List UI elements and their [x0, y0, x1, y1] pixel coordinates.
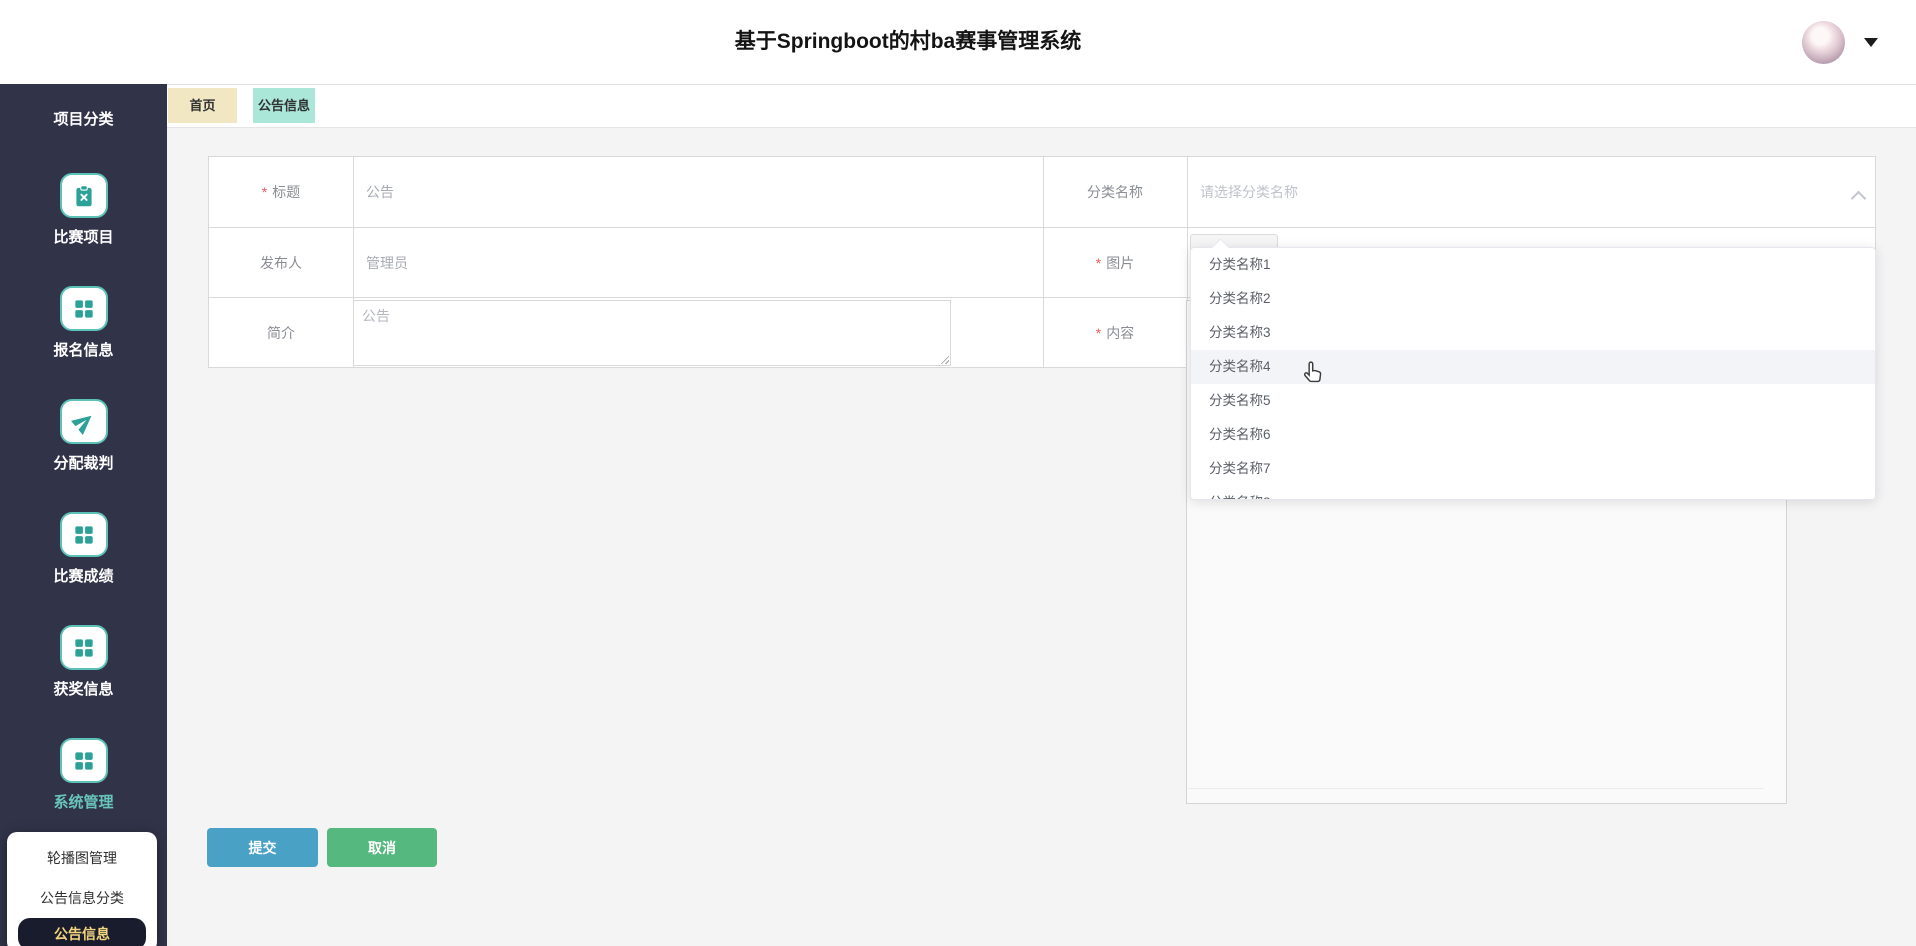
- category-label: 分类名称: [1087, 184, 1143, 200]
- intro-label: 简介: [267, 325, 295, 341]
- grid-icon: [59, 286, 108, 331]
- dropdown-option[interactable]: 分类名称1: [1191, 248, 1875, 282]
- sidebar-item-label: 报名信息: [53, 342, 114, 359]
- sidebar-item-competition-projects[interactable]: 比赛项目: [0, 173, 167, 247]
- grid-icon: [59, 738, 108, 783]
- grid-icon: [59, 512, 108, 557]
- avatar[interactable]: [1802, 21, 1845, 64]
- send-icon: [59, 399, 108, 444]
- clipboard-icon: [59, 173, 108, 218]
- intro-textarea[interactable]: 公告: [353, 300, 951, 366]
- submenu-item-notice-info[interactable]: 公告信息: [18, 918, 146, 946]
- editor-divider: [1188, 788, 1764, 789]
- sidebar-item-system-management[interactable]: 系统管理: [0, 738, 167, 812]
- dropdown-option[interactable]: 分类名称6: [1191, 418, 1875, 452]
- chevron-up-icon[interactable]: [1850, 190, 1867, 207]
- sidebar-title: 项目分类: [53, 111, 114, 128]
- sidebar-item-award-info[interactable]: 获奖信息: [0, 625, 167, 699]
- app-window: 基于Springboot的村ba赛事管理系统 项目分类 比赛项目 报名信息 分配…: [0, 0, 1916, 946]
- sidebar-item-label: 分配裁判: [53, 455, 114, 472]
- sidebar-item-competition-results[interactable]: 比赛成绩: [0, 512, 167, 586]
- dropdown-option[interactable]: 分类名称5: [1191, 384, 1875, 418]
- publisher-label: 发布人: [260, 255, 302, 271]
- title-input[interactable]: [364, 183, 1024, 201]
- cancel-button[interactable]: 取消: [327, 828, 437, 867]
- dropdown-option[interactable]: 分类名称3: [1191, 316, 1875, 350]
- category-select[interactable]: 请选择分类名称: [1200, 157, 1800, 227]
- publisher-input[interactable]: [364, 254, 1024, 272]
- title-label: 标题: [209, 157, 353, 227]
- tab-home[interactable]: 首页: [168, 88, 237, 123]
- header: 基于Springboot的村ba赛事管理系统: [0, 0, 1916, 85]
- sidebar-item-label: 比赛项目: [53, 229, 114, 246]
- caret-down-icon[interactable]: [1864, 38, 1878, 47]
- content-label: 内容: [1043, 298, 1187, 368]
- dropdown-option[interactable]: 分类名称8: [1191, 486, 1875, 499]
- sidebar-item-label: 系统管理: [53, 794, 114, 811]
- submenu-item-notice-category[interactable]: 公告信息分类: [7, 888, 157, 908]
- dropdown-option[interactable]: 分类名称7: [1191, 452, 1875, 486]
- category-placeholder: 请选择分类名称: [1200, 184, 1298, 200]
- sidebar-item-label: 比赛成绩: [53, 568, 114, 585]
- dropdown-option-hovered[interactable]: 分类名称4: [1191, 350, 1875, 384]
- dropdown-option[interactable]: 分类名称2: [1191, 282, 1875, 316]
- sidebar-item-label: 获奖信息: [53, 681, 114, 698]
- submit-button[interactable]: 提交: [207, 828, 318, 867]
- image-label: 图片: [1043, 228, 1187, 298]
- page-title: 基于Springboot的村ba赛事管理系统: [734, 30, 1082, 53]
- category-dropdown: 分类名称1 分类名称2 分类名称3 分类名称4 分类名称5 分类名称6 分类名称…: [1190, 247, 1876, 500]
- submenu-item-carousel[interactable]: 轮播图管理: [7, 848, 157, 868]
- tab-notice-info[interactable]: 公告信息: [253, 88, 315, 123]
- tab-bar: 首页 公告信息: [167, 84, 1916, 128]
- grid-icon: [59, 625, 108, 670]
- sidebar-item-assign-referee[interactable]: 分配裁判: [0, 399, 167, 473]
- system-management-submenu: 轮播图管理 公告信息分类 公告信息: [7, 832, 157, 946]
- sidebar: 项目分类 比赛项目 报名信息 分配裁判 比赛成绩 获奖信息 系统管理 轮播图管理…: [0, 84, 167, 946]
- sidebar-item-registration-info[interactable]: 报名信息: [0, 286, 167, 360]
- hand-cursor-icon: [1299, 360, 1326, 394]
